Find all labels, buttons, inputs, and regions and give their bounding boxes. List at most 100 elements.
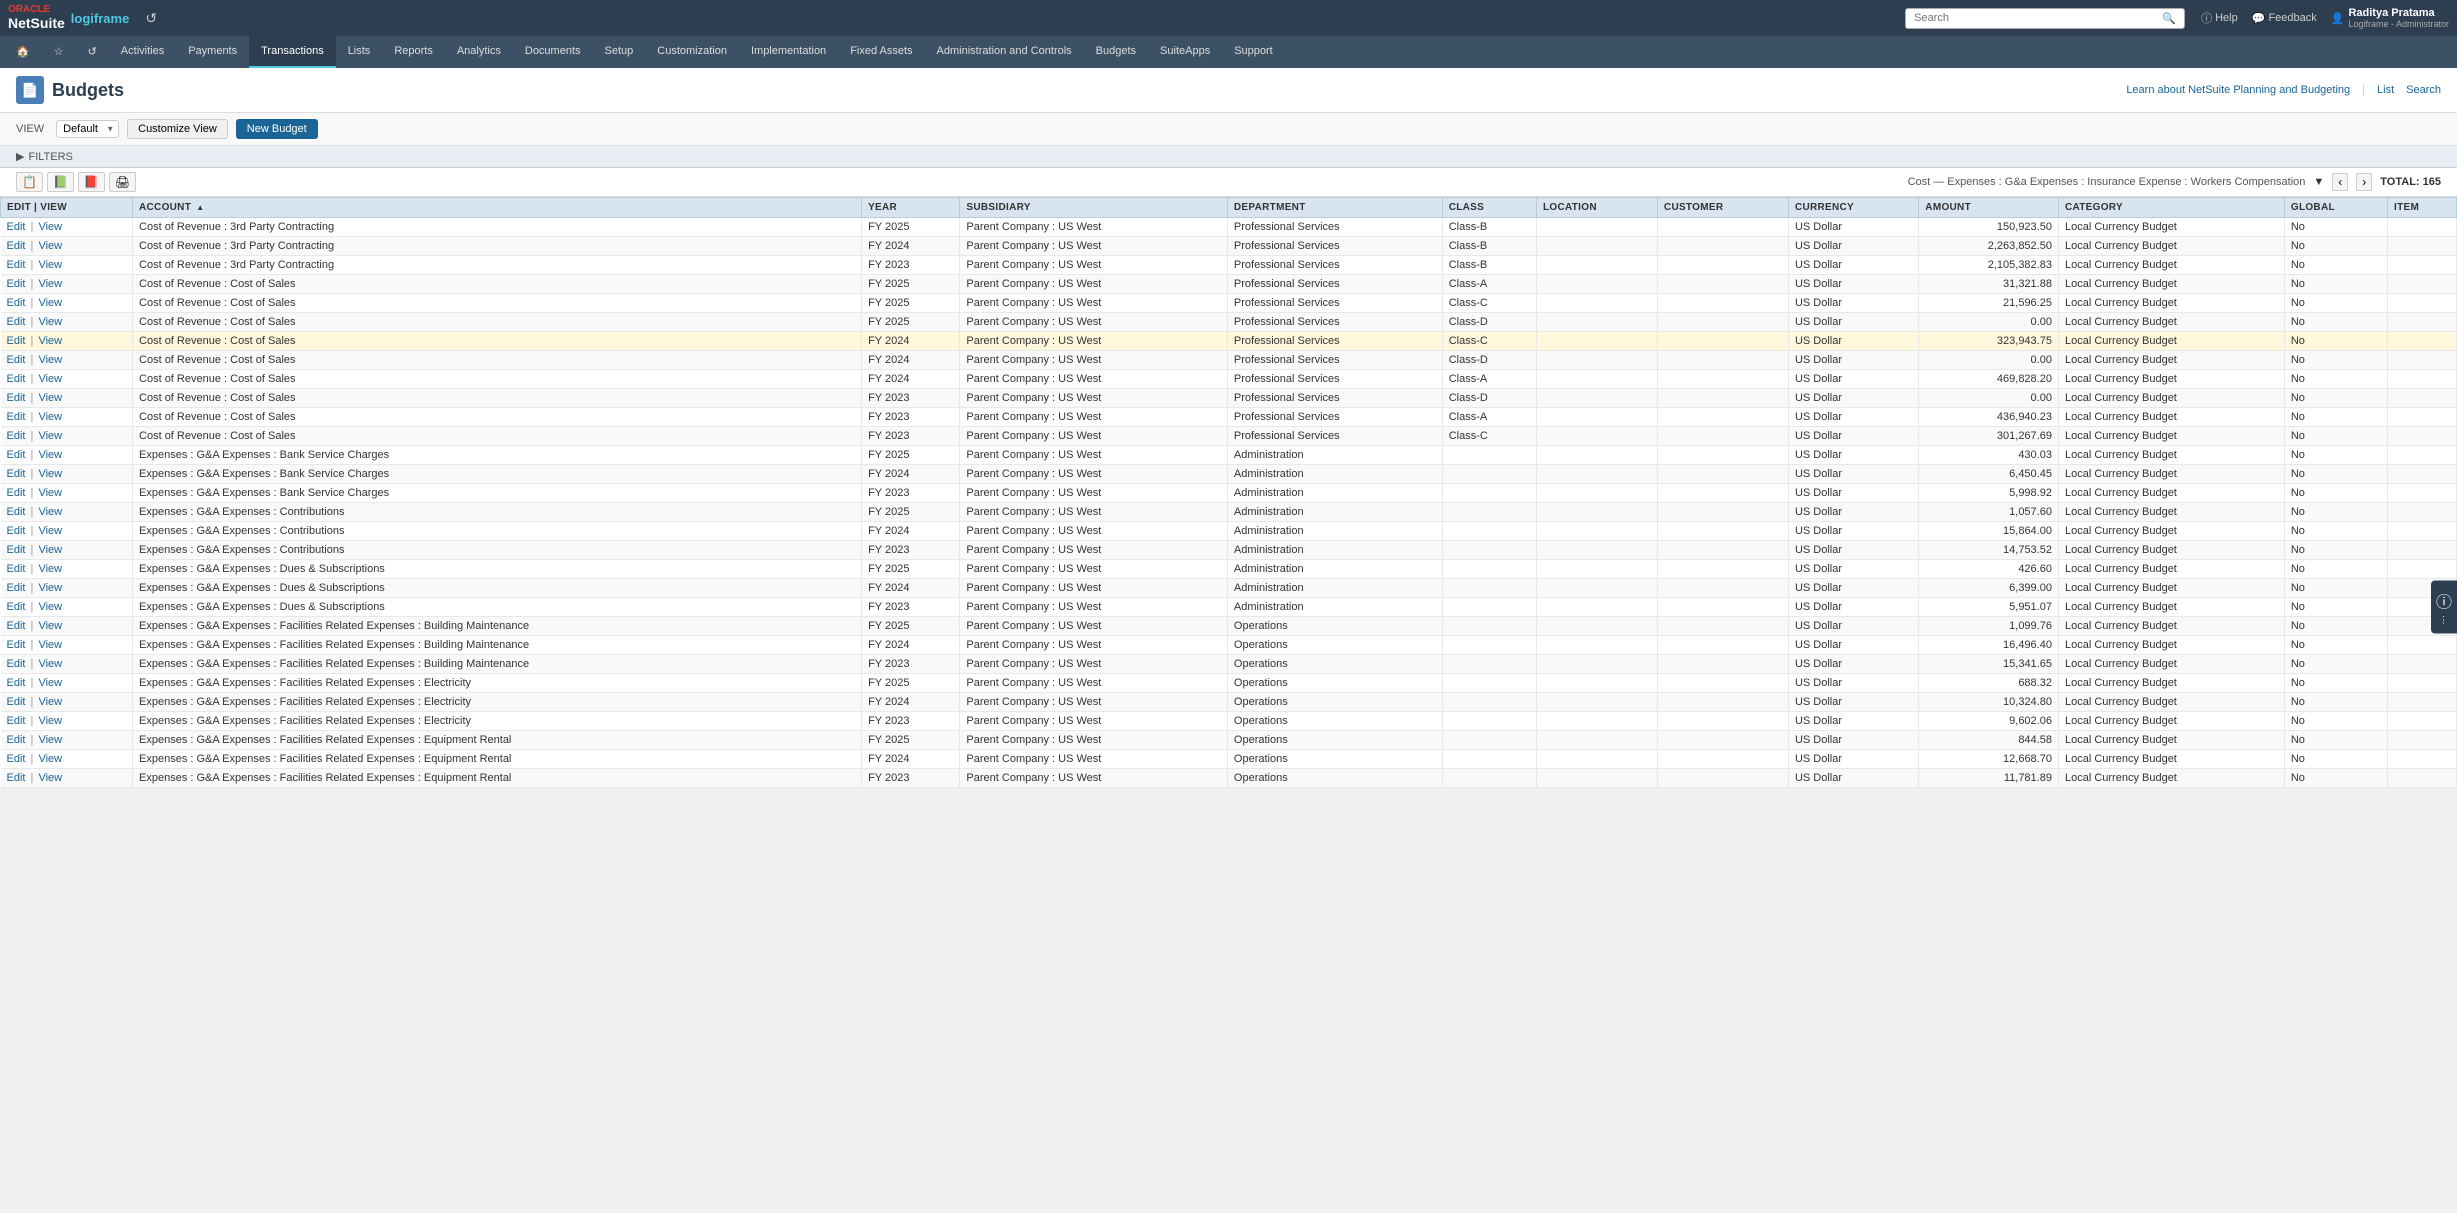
nav-payments[interactable]: Payments: [176, 36, 249, 68]
customize-view-button[interactable]: Customize View: [127, 119, 228, 139]
view-link[interactable]: View: [38, 335, 62, 347]
view-select-wrapper[interactable]: Default: [56, 120, 119, 138]
view-link[interactable]: View: [38, 506, 62, 518]
nav-activities[interactable]: Activities: [109, 36, 176, 68]
edit-link[interactable]: Edit: [7, 620, 26, 632]
edit-link[interactable]: Edit: [7, 696, 26, 708]
nav-fixed-assets[interactable]: Fixed Assets: [838, 36, 924, 68]
nav-budgets[interactable]: Budgets: [1084, 36, 1148, 68]
nav-setup[interactable]: Setup: [593, 36, 646, 68]
view-link[interactable]: View: [38, 468, 62, 480]
edit-link[interactable]: Edit: [7, 734, 26, 746]
nav-suiteapps[interactable]: SuiteApps: [1148, 36, 1222, 68]
nav-implementation[interactable]: Implementation: [739, 36, 838, 68]
view-link[interactable]: View: [38, 240, 62, 252]
edit-link[interactable]: Edit: [7, 468, 26, 480]
edit-link[interactable]: Edit: [7, 221, 26, 233]
history-icon[interactable]: ↺: [145, 10, 157, 27]
edit-link[interactable]: Edit: [7, 411, 26, 423]
view-link[interactable]: View: [38, 259, 62, 271]
view-link[interactable]: View: [38, 525, 62, 537]
edit-link[interactable]: Edit: [7, 335, 26, 347]
search-input[interactable]: [1914, 12, 2158, 24]
view-link[interactable]: View: [38, 487, 62, 499]
nav-analytics[interactable]: Analytics: [445, 36, 513, 68]
nav-star[interactable]: ☆: [42, 36, 76, 68]
view-link[interactable]: View: [38, 449, 62, 461]
user-menu[interactable]: 👤 Raditya Pratama Logiframe - Administra…: [2331, 7, 2449, 29]
list-link[interactable]: List: [2377, 84, 2394, 96]
view-link[interactable]: View: [38, 278, 62, 290]
view-link[interactable]: View: [38, 354, 62, 366]
edit-link[interactable]: Edit: [7, 582, 26, 594]
edit-link[interactable]: Edit: [7, 658, 26, 670]
nav-documents[interactable]: Documents: [513, 36, 593, 68]
nav-lists[interactable]: Lists: [336, 36, 383, 68]
edit-link[interactable]: Edit: [7, 506, 26, 518]
prev-page-button[interactable]: ‹: [2332, 173, 2348, 191]
next-page-button[interactable]: ›: [2356, 173, 2372, 191]
view-link[interactable]: View: [38, 544, 62, 556]
nav-home[interactable]: 🏠: [4, 36, 42, 68]
edit-link[interactable]: Edit: [7, 373, 26, 385]
view-link[interactable]: View: [38, 639, 62, 651]
view-link[interactable]: View: [38, 696, 62, 708]
nav-reports[interactable]: Reports: [382, 36, 445, 68]
info-panel-button[interactable]: ⓘ ⋮: [2431, 580, 2457, 633]
edit-link[interactable]: Edit: [7, 563, 26, 575]
edit-link[interactable]: Edit: [7, 430, 26, 442]
edit-link[interactable]: Edit: [7, 601, 26, 613]
view-link[interactable]: View: [38, 411, 62, 423]
feedback-button[interactable]: 💬 Feedback: [2252, 12, 2317, 25]
view-link[interactable]: View: [38, 677, 62, 689]
help-button[interactable]: ⓘ Help: [2201, 10, 2238, 26]
csv-button[interactable]: 📗: [47, 172, 74, 192]
edit-link[interactable]: Edit: [7, 278, 26, 290]
edit-link[interactable]: Edit: [7, 392, 26, 404]
learn-about-link[interactable]: Learn about NetSuite Planning and Budget…: [2126, 84, 2350, 96]
view-link[interactable]: View: [38, 392, 62, 404]
view-link[interactable]: View: [38, 221, 62, 233]
search-link[interactable]: Search: [2406, 84, 2441, 96]
view-link[interactable]: View: [38, 658, 62, 670]
view-link[interactable]: View: [38, 316, 62, 328]
view-link[interactable]: View: [38, 715, 62, 727]
nav-customization[interactable]: Customization: [645, 36, 739, 68]
edit-link[interactable]: Edit: [7, 354, 26, 366]
print-button[interactable]: 🖨: [109, 172, 136, 192]
col-account[interactable]: ACCOUNT ▲: [133, 198, 862, 218]
edit-link[interactable]: Edit: [7, 715, 26, 727]
new-budget-button[interactable]: New Budget: [236, 119, 318, 139]
edit-link[interactable]: Edit: [7, 449, 26, 461]
view-link[interactable]: View: [38, 734, 62, 746]
edit-link[interactable]: Edit: [7, 259, 26, 271]
search-bar[interactable]: 🔍: [1905, 8, 2185, 29]
view-link[interactable]: View: [38, 430, 62, 442]
nav-refresh[interactable]: ↺: [76, 36, 109, 68]
view-link[interactable]: View: [38, 601, 62, 613]
nav-admin-controls[interactable]: Administration and Controls: [925, 36, 1084, 68]
pdf-button[interactable]: 📕: [78, 172, 105, 192]
edit-link[interactable]: Edit: [7, 772, 26, 784]
edit-link[interactable]: Edit: [7, 297, 26, 309]
edit-link[interactable]: Edit: [7, 525, 26, 537]
copy-button[interactable]: 📋: [16, 172, 43, 192]
nav-transactions[interactable]: Transactions: [249, 36, 336, 68]
edit-link[interactable]: Edit: [7, 316, 26, 328]
view-link[interactable]: View: [38, 582, 62, 594]
edit-link[interactable]: Edit: [7, 639, 26, 651]
edit-link[interactable]: Edit: [7, 487, 26, 499]
nav-support[interactable]: Support: [1222, 36, 1285, 68]
view-link[interactable]: View: [38, 753, 62, 765]
view-link[interactable]: View: [38, 563, 62, 575]
edit-link[interactable]: Edit: [7, 240, 26, 252]
view-link[interactable]: View: [38, 373, 62, 385]
view-link[interactable]: View: [38, 297, 62, 309]
view-link[interactable]: View: [38, 620, 62, 632]
edit-link[interactable]: Edit: [7, 544, 26, 556]
edit-link[interactable]: Edit: [7, 677, 26, 689]
view-select[interactable]: Default: [56, 120, 119, 138]
view-link[interactable]: View: [38, 772, 62, 784]
edit-link[interactable]: Edit: [7, 753, 26, 765]
filters-toggle[interactable]: ▶ FILTERS: [16, 150, 73, 163]
